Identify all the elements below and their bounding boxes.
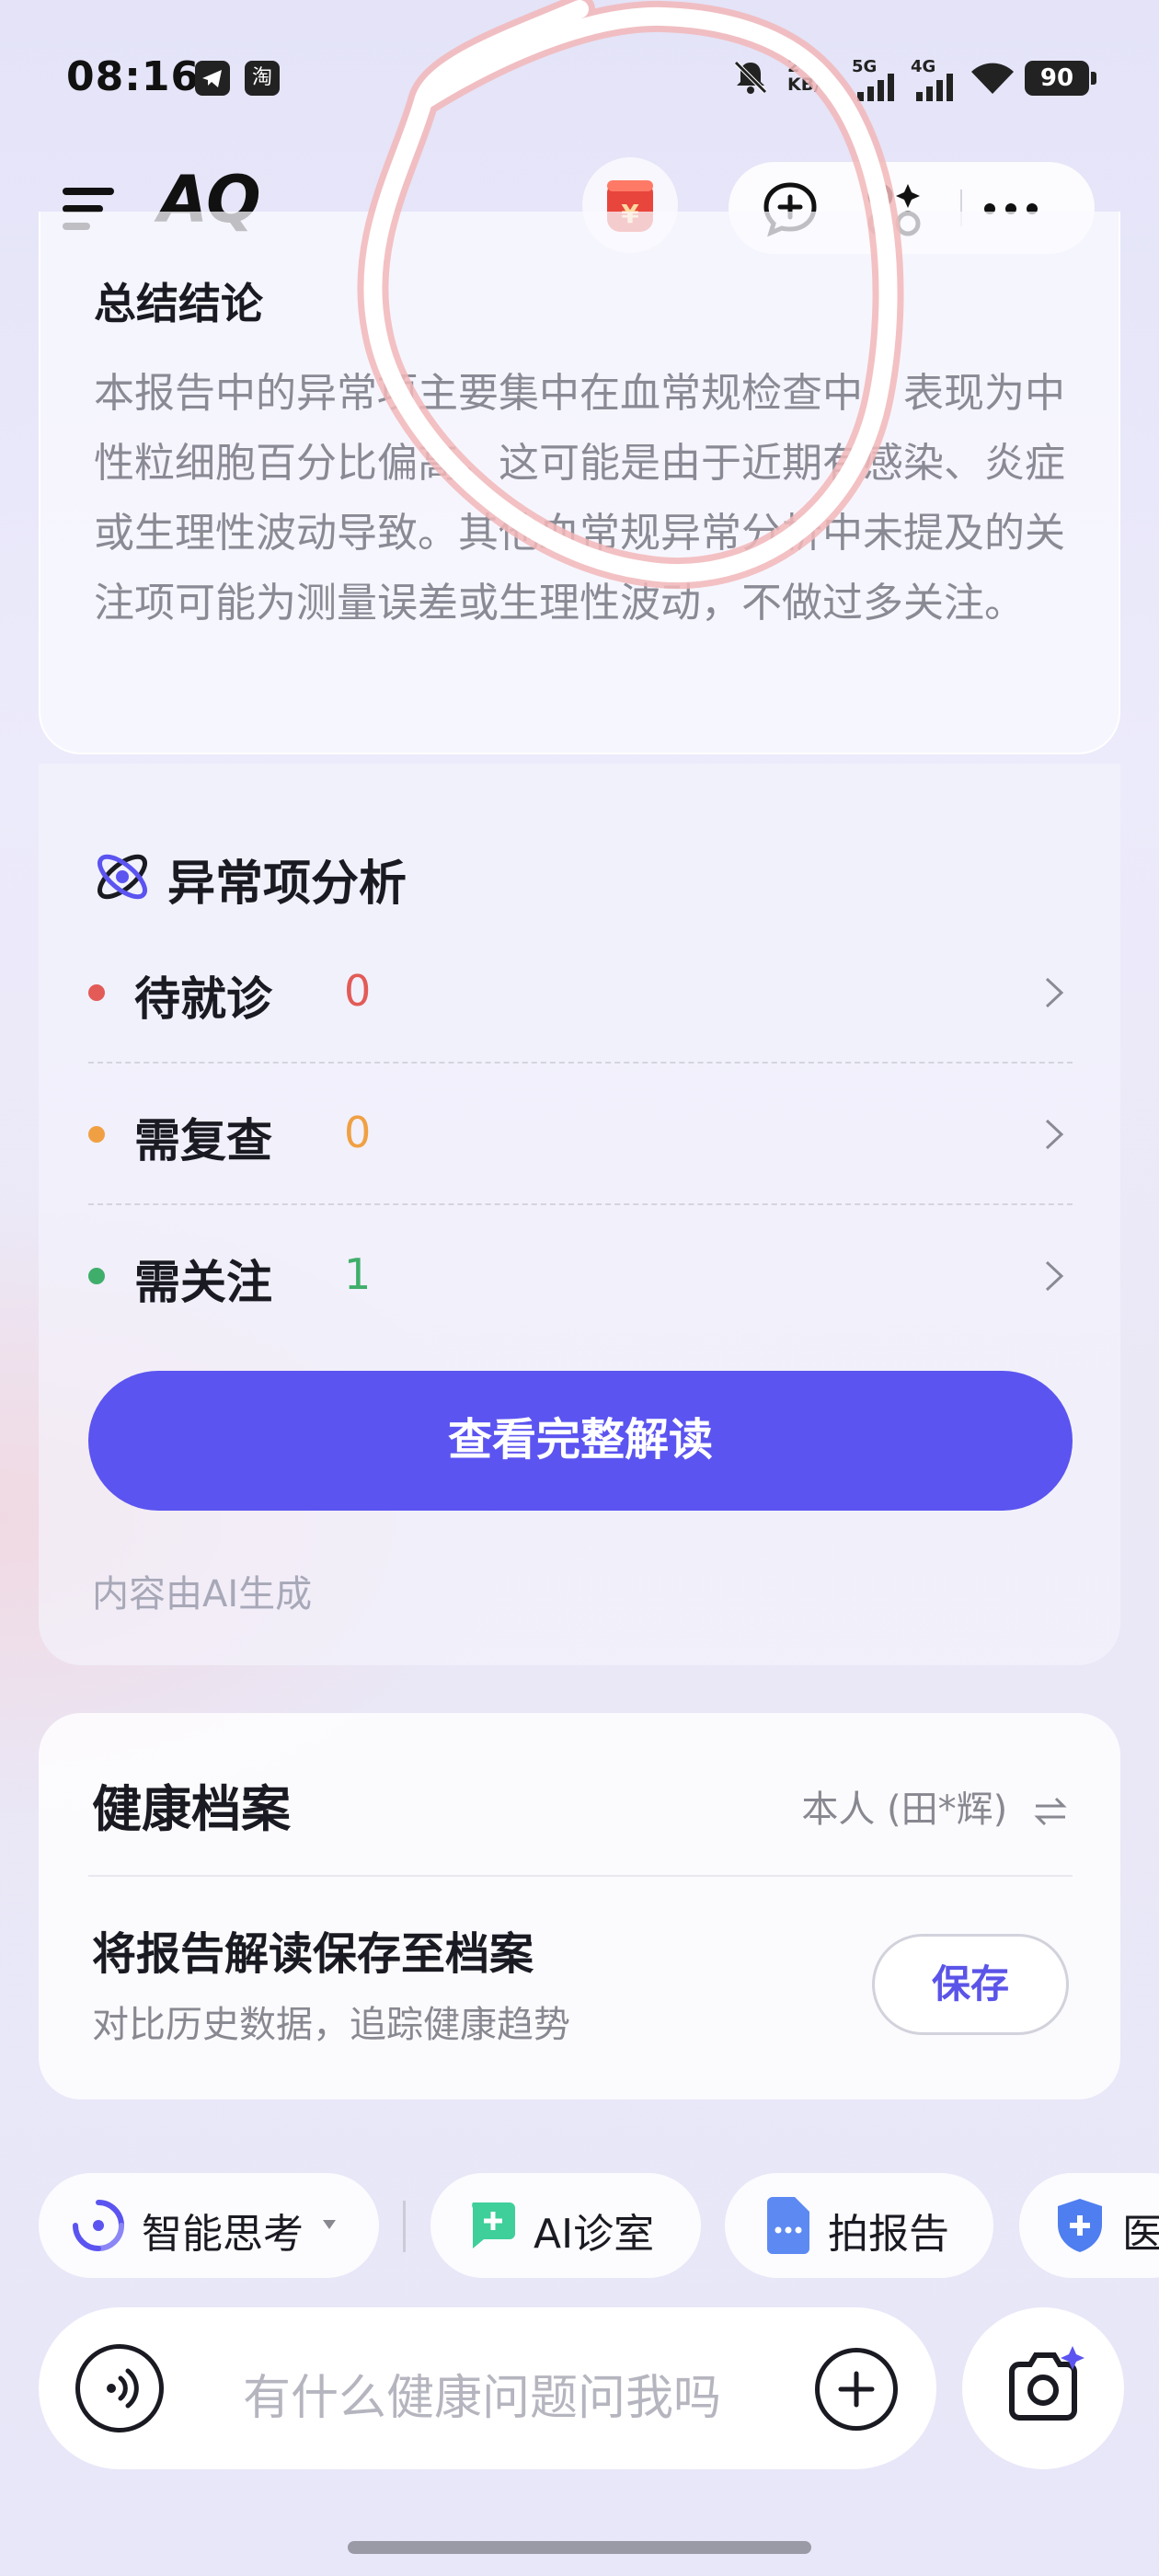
summary-card: 总结结论 本报告中的异常项主要集中在血常规检查中，表现为中性粒细胞百分比偏高，这…: [39, 212, 1120, 754]
profile-name: 本人 (田*辉): [801, 1788, 1008, 1831]
chevron-right-icon: [1045, 1119, 1064, 1150]
status-dot: [88, 1268, 105, 1284]
chip-label: 智能思考: [142, 2211, 304, 2258]
taobao-icon: 淘: [245, 61, 280, 96]
camera-icon: [1009, 2346, 1084, 2421]
status-dot: [88, 1126, 105, 1143]
voice-button[interactable]: [75, 2344, 164, 2432]
net-speed: 2 KB/s: [787, 56, 832, 95]
analysis-row-recheck[interactable]: 需复查 0: [88, 1064, 1073, 1205]
analysis-card: 异常项分析 待就诊 0 需复查 0 需关注 1 查看完整解读 内容由AI生成: [39, 764, 1120, 1665]
status-bar: 08:16 淘 2 KB/s 5G 4G 90: [0, 0, 1159, 156]
signal-icon: [857, 74, 894, 101]
row-label: 待就诊: [134, 972, 272, 1026]
status-time: 08:16: [66, 53, 201, 100]
row-count: 0: [344, 1108, 372, 1157]
chevron-right-icon: [1045, 977, 1064, 1008]
status-dot: [88, 984, 105, 1001]
summary-text: 本报告中的异常项主要集中在血常规检查中，表现为中性粒细胞百分比偏高，这可能是由于…: [94, 370, 1065, 627]
row-count: 1: [344, 1249, 372, 1299]
row-label: 需复查: [134, 1114, 272, 1167]
chevron-right-icon: [1045, 1260, 1064, 1292]
ai-clinic-icon: [472, 2202, 515, 2248]
health-record-title: 健康档案: [92, 1780, 291, 1838]
row-label: 需关注: [134, 1256, 272, 1309]
voice-wave-icon: [107, 2368, 139, 2409]
chip-photo-report[interactable]: 拍报告: [725, 2173, 993, 2278]
chip-divider: [403, 2201, 406, 2252]
report-photo-icon: [767, 2197, 809, 2254]
divider: [88, 1875, 1073, 1877]
signal-icon-2: [916, 74, 953, 101]
telegram-icon: [195, 61, 230, 96]
battery-indicator: 90: [1025, 61, 1089, 96]
atom-icon: [98, 854, 147, 900]
wifi-icon: [971, 63, 1014, 94]
battery-tip: [1091, 72, 1096, 85]
chat-input[interactable]: 有什么健康问题问我吗: [243, 2359, 721, 2428]
save-to-record-title: 将报告解读保存至档案: [92, 1928, 534, 1980]
summary-title: 总结结论: [94, 279, 263, 328]
chip-label: 拍报告: [828, 2211, 949, 2258]
row-count: 0: [344, 966, 372, 1016]
chip-medical[interactable]: 医: [1019, 2173, 1159, 2278]
mute-bell-icon: [734, 61, 767, 94]
medical-shield-icon: [1058, 2199, 1102, 2252]
chat-input-bar: 有什么健康问题问我吗: [39, 2307, 936, 2469]
attach-plus-button[interactable]: [815, 2348, 898, 2431]
analysis-row-pending-visit[interactable]: 待就诊 0: [88, 922, 1073, 1064]
chip-label: AI诊室: [534, 2211, 655, 2258]
thinking-icon: [73, 2200, 124, 2251]
health-record-card: 健康档案 本人 (田*辉) 将报告解读保存至档案 对比历史数据，追踪健康趋势 保…: [39, 1713, 1120, 2099]
camera-button[interactable]: [962, 2307, 1124, 2469]
ai-generated-note: 内容由AI生成: [92, 1573, 313, 1616]
switch-arrows-icon: [1034, 1797, 1067, 1826]
save-to-record-subtitle: 对比历史数据，追踪健康趋势: [92, 2004, 570, 2046]
analysis-title: 异常项分析: [167, 857, 407, 912]
chip-label: 医: [1122, 2211, 1159, 2258]
home-indicator: [348, 2541, 811, 2554]
chip-ai-clinic[interactable]: AI诊室: [430, 2173, 701, 2278]
save-button[interactable]: 保存: [872, 1934, 1069, 2035]
plus-icon: [838, 2371, 875, 2408]
dropdown-caret-icon: [323, 2220, 336, 2229]
view-full-report-button[interactable]: 查看完整解读: [88, 1371, 1073, 1511]
profile-switcher[interactable]: 本人 (田*辉): [801, 1779, 1069, 1833]
chip-smart-thinking[interactable]: 智能思考: [39, 2173, 379, 2278]
analysis-row-attention[interactable]: 需关注 1: [88, 1205, 1073, 1347]
